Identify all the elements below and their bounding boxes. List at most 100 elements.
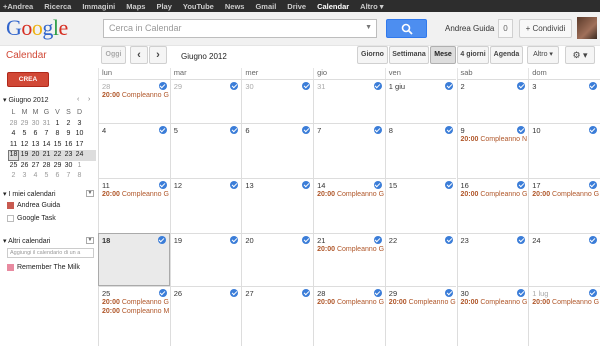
day-cell[interactable]: 11 20:00 Compleanno G bbox=[98, 178, 170, 233]
day-check-icon[interactable] bbox=[230, 82, 239, 90]
day-number[interactable]: 9 bbox=[461, 126, 465, 135]
event-item[interactable]: 20:00 Compleanno G bbox=[317, 246, 384, 253]
mini-day[interactable]: 19 bbox=[19, 150, 30, 161]
mini-day[interactable]: 6 bbox=[52, 171, 63, 182]
event-item[interactable]: 20:00 Compleanno M bbox=[102, 308, 169, 315]
search-button[interactable] bbox=[386, 19, 427, 38]
google-logo[interactable]: Google bbox=[6, 15, 68, 41]
mini-day[interactable]: 13 bbox=[30, 140, 41, 151]
day-cell[interactable]: 2 bbox=[456, 79, 529, 123]
day-check-icon[interactable] bbox=[230, 126, 239, 134]
day-check-icon[interactable] bbox=[517, 289, 526, 297]
day-cell[interactable]: 29 20:00 Compleanno G bbox=[384, 286, 457, 346]
search-options-icon[interactable]: ▼ bbox=[365, 24, 372, 31]
mini-day[interactable]: 30 bbox=[63, 161, 74, 172]
view-button-4[interactable]: Agenda bbox=[490, 46, 523, 64]
mini-day[interactable]: 23 bbox=[63, 150, 74, 161]
day-cell[interactable]: 19 bbox=[169, 233, 242, 286]
mini-day[interactable]: 20 bbox=[30, 150, 41, 161]
gbar-link-9[interactable]: Calendar bbox=[317, 2, 349, 11]
day-cell[interactable]: 31 bbox=[313, 79, 385, 123]
day-check-icon[interactable] bbox=[445, 82, 454, 90]
day-number[interactable]: 29 bbox=[174, 82, 182, 91]
gbar-link-5[interactable]: YouTube bbox=[183, 2, 214, 11]
mini-day[interactable]: 5 bbox=[19, 129, 30, 140]
day-check-icon[interactable] bbox=[302, 289, 311, 297]
day-number[interactable]: 24 bbox=[532, 236, 540, 245]
day-cell[interactable]: 21 20:00 Compleanno G bbox=[313, 233, 385, 286]
day-cell[interactable]: 24 bbox=[528, 233, 600, 286]
mini-day[interactable]: 29 bbox=[52, 161, 63, 172]
calendar-item[interactable]: Andrea Guida bbox=[7, 202, 60, 209]
mini-day[interactable]: 1 bbox=[52, 119, 63, 130]
day-number[interactable]: 13 bbox=[245, 181, 253, 190]
mini-day[interactable]: 16 bbox=[63, 140, 74, 151]
mini-day[interactable]: 1 bbox=[74, 161, 85, 172]
day-number[interactable]: 20 bbox=[245, 236, 253, 245]
day-cell[interactable]: 8 bbox=[384, 123, 457, 178]
day-check-icon[interactable] bbox=[158, 289, 167, 297]
mini-day[interactable]: 2 bbox=[63, 119, 74, 130]
day-cell[interactable]: 6 bbox=[241, 123, 314, 178]
day-check-icon[interactable] bbox=[445, 126, 454, 134]
mini-day[interactable]: 7 bbox=[41, 129, 52, 140]
day-number[interactable]: 2 bbox=[461, 82, 465, 91]
day-number[interactable]: 28 bbox=[102, 82, 110, 91]
day-number[interactable]: 11 bbox=[102, 181, 110, 190]
day-cell[interactable]: 23 bbox=[456, 233, 529, 286]
day-number[interactable]: 5 bbox=[174, 126, 178, 135]
day-check-icon[interactable] bbox=[158, 181, 167, 189]
event-item[interactable]: 20:00 Compleanno G bbox=[461, 299, 528, 306]
day-check-icon[interactable] bbox=[373, 289, 382, 297]
gbar-link-10[interactable]: Altro ▾ bbox=[360, 2, 383, 11]
day-check-icon[interactable] bbox=[588, 289, 597, 297]
more-button[interactable]: Altro ▾ bbox=[527, 46, 559, 64]
other-calendars-menu-icon[interactable]: ▼ bbox=[86, 237, 94, 244]
day-check-icon[interactable] bbox=[588, 126, 597, 134]
mini-day[interactable]: 18 bbox=[8, 150, 19, 161]
day-cell[interactable]: 7 bbox=[313, 123, 385, 178]
day-cell[interactable]: 12 bbox=[169, 178, 242, 233]
mini-day[interactable]: 30 bbox=[30, 119, 41, 130]
mini-day[interactable]: 14 bbox=[41, 140, 52, 151]
day-check-icon[interactable] bbox=[373, 181, 382, 189]
day-number[interactable]: 14 bbox=[317, 181, 325, 190]
gbar-link-4[interactable]: Play bbox=[156, 2, 171, 11]
day-number[interactable]: 28 bbox=[317, 289, 325, 298]
day-number[interactable]: 16 bbox=[461, 181, 469, 190]
mini-day[interactable]: 27 bbox=[30, 161, 41, 172]
day-number[interactable]: 1 lug bbox=[532, 289, 548, 298]
day-check-icon[interactable] bbox=[157, 236, 166, 244]
mini-day[interactable]: 4 bbox=[8, 129, 19, 140]
day-cell[interactable]: 3 bbox=[528, 79, 600, 123]
view-button-2[interactable]: Mese bbox=[430, 46, 456, 64]
day-cell[interactable]: 14 20:00 Compleanno G bbox=[313, 178, 385, 233]
day-check-icon[interactable] bbox=[230, 181, 239, 189]
day-number[interactable]: 22 bbox=[389, 236, 397, 245]
day-cell[interactable]: 20 bbox=[241, 233, 314, 286]
mini-day[interactable]: 31 bbox=[41, 119, 52, 130]
day-cell[interactable]: 28 20:00 Compleanno G bbox=[98, 79, 170, 123]
day-number[interactable]: 30 bbox=[245, 82, 253, 91]
mini-day[interactable]: 15 bbox=[52, 140, 63, 151]
day-cell[interactable]: 22 bbox=[384, 233, 457, 286]
day-cell[interactable]: 15 bbox=[384, 178, 457, 233]
event-item[interactable]: 20:00 Compleanno G bbox=[532, 299, 599, 306]
calendar-item[interactable]: Remember The Milk bbox=[7, 264, 80, 271]
day-check-icon[interactable] bbox=[445, 236, 454, 244]
share-button[interactable]: + Condividi bbox=[519, 19, 572, 38]
mini-day[interactable]: 5 bbox=[41, 171, 52, 182]
calendar-item[interactable]: Google Task bbox=[7, 215, 56, 222]
today-button[interactable]: Oggi bbox=[101, 46, 126, 64]
day-check-icon[interactable] bbox=[373, 82, 382, 90]
create-button[interactable]: CREA bbox=[7, 72, 49, 87]
event-item[interactable]: 20:00 Compleanno G bbox=[102, 299, 169, 306]
my-calendars-menu-icon[interactable]: ▼ bbox=[86, 190, 94, 197]
day-cell[interactable]: 30 bbox=[241, 79, 314, 123]
gbar-link-1[interactable]: Ricerca bbox=[44, 2, 71, 11]
day-cell[interactable]: 27 bbox=[241, 286, 314, 346]
mini-day[interactable]: 24 bbox=[74, 150, 85, 161]
event-item[interactable]: 20:00 Compleanno G bbox=[461, 191, 528, 198]
day-check-icon[interactable] bbox=[302, 236, 311, 244]
day-number[interactable]: 27 bbox=[245, 289, 253, 298]
